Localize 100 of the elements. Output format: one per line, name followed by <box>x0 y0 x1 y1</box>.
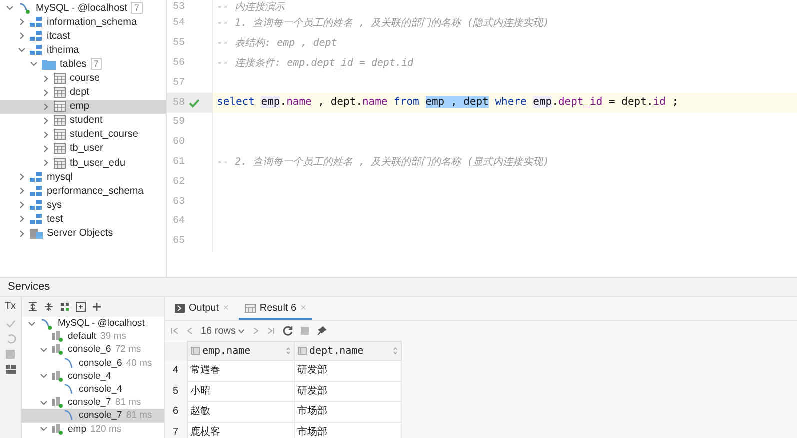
tree-item[interactable]: tb_user_edu <box>70 156 126 171</box>
console-output-icon <box>175 304 185 312</box>
last-page-icon <box>267 327 276 335</box>
line-number: 64 <box>173 215 186 230</box>
count-badge: 7 <box>131 2 142 14</box>
result-tab[interactable]: Result 6 × <box>238 298 312 320</box>
line-number: 57 <box>173 76 186 91</box>
tree-item[interactable]: student_course <box>70 127 138 142</box>
session-icon <box>52 344 64 356</box>
duration-label: 72 ms <box>115 344 142 356</box>
tree-item[interactable]: emp <box>68 424 86 435</box>
sort-icon <box>392 347 398 355</box>
transaction-mode-button[interactable]: Tx <box>4 299 16 314</box>
duration-label: 120 ms <box>90 424 122 435</box>
schema-icon <box>30 172 43 183</box>
row-number: 4 <box>165 360 187 381</box>
code-comment: -- 1. 查询每一个员工的姓名 , 及关联的部门的名称 (隐式内连接实现) <box>216 16 550 32</box>
tree-item[interactable]: emp <box>70 99 90 114</box>
schema-icon <box>30 200 43 211</box>
schema-icon <box>30 44 43 56</box>
table-cell: 市场部 <box>294 402 401 422</box>
duration-label: 40 ms <box>126 358 152 369</box>
column-header[interactable]: dept.name <box>294 342 401 360</box>
tree-item[interactable]: console_4 <box>79 384 122 396</box>
session-icon <box>52 397 64 408</box>
tree-item[interactable]: default <box>68 331 97 342</box>
table-icon <box>54 73 66 84</box>
tree-item[interactable]: student <box>70 113 103 128</box>
tree-item[interactable]: console_7 <box>68 397 112 408</box>
line-number: 61 <box>173 156 186 170</box>
tree-item[interactable]: tables <box>60 56 87 72</box>
schema-icon <box>30 16 43 28</box>
row-number: 5 <box>165 381 187 402</box>
tree-item[interactable]: sys <box>47 198 62 213</box>
rows-dropdown[interactable]: 16 rows <box>201 324 246 338</box>
grid-icon <box>244 304 256 312</box>
tree-item[interactable]: MySQL - @localhost <box>36 0 128 16</box>
new-tab-icon <box>76 302 86 312</box>
session-icon <box>52 331 64 342</box>
first-page-icon <box>171 327 179 335</box>
session-icon <box>52 424 64 435</box>
schema-icon <box>30 186 43 197</box>
tree-item[interactable]: itcast <box>47 28 70 44</box>
tree-item[interactable]: course <box>70 71 100 86</box>
column-icon <box>190 347 200 355</box>
table-icon <box>54 101 66 112</box>
result-tab[interactable]: Output × <box>169 298 235 320</box>
folder-icon <box>42 58 56 70</box>
previous-page-icon <box>187 327 193 335</box>
tree-item[interactable]: console_6 <box>79 358 122 369</box>
duration-label: 39 ms <box>100 331 126 342</box>
add-icon <box>92 302 102 312</box>
code-comment: -- 内连接演示 <box>216 0 286 14</box>
table-cell: 赵敏 <box>187 402 294 422</box>
tree-item[interactable]: information_schema <box>47 14 138 30</box>
column-icon <box>298 347 306 355</box>
line-number: 54 <box>173 17 186 32</box>
duration-label: 81 ms <box>126 410 152 422</box>
next-page-icon <box>253 327 260 335</box>
collapse-all-icon <box>44 302 54 312</box>
stop-icon <box>6 350 15 359</box>
tree-item[interactable]: console_7 <box>79 410 122 422</box>
table-icon <box>54 87 66 98</box>
console-icon <box>64 358 75 369</box>
layout-icon <box>6 365 16 374</box>
tree-item[interactable]: console_6 <box>68 344 112 356</box>
count-badge: 7 <box>90 58 102 70</box>
duration-label: 81 ms <box>115 397 142 408</box>
group-icon <box>60 302 70 312</box>
console-icon <box>64 410 75 422</box>
code-comment: -- 表结构: emp , dept <box>216 36 338 52</box>
stop-icon <box>301 327 310 335</box>
tree-item[interactable]: dept <box>70 85 90 100</box>
table-cell: 小昭 <box>187 381 294 402</box>
line-number: 56 <box>173 56 186 71</box>
tree-item[interactable]: performance_schema <box>47 184 144 199</box>
row-number: 6 <box>165 402 187 422</box>
tree-item[interactable]: tb_user <box>70 141 104 156</box>
code-comment: -- 连接条件: emp.dept_id = dept.id <box>216 56 414 71</box>
caret-icon <box>238 328 246 334</box>
server-folder-icon <box>30 228 43 240</box>
tree-item[interactable]: Server Objects <box>47 226 114 242</box>
table-cell: 研发部 <box>294 381 401 402</box>
rollback-icon <box>6 334 16 344</box>
code-comment: -- 2. 查询每一个员工的姓名 , 及关联的部门的名称 (显式内连接实现) <box>216 156 550 170</box>
tree-item[interactable]: MySQL - @localhost <box>58 318 145 330</box>
session-icon <box>52 370 64 382</box>
tree-item[interactable]: test <box>47 212 64 227</box>
tree-item[interactable]: console_4 <box>68 370 112 382</box>
line-number: 60 <box>173 136 186 150</box>
line-number: 62 <box>173 176 186 190</box>
pin-icon <box>317 326 328 336</box>
commit-icon <box>6 320 16 328</box>
table-cell: 常遇春 <box>187 360 294 381</box>
line-number: 63 <box>173 196 186 210</box>
column-header[interactable]: emp.name <box>187 342 294 360</box>
tree-item[interactable]: itheima <box>47 42 80 58</box>
sort-icon <box>286 347 290 355</box>
tree-item[interactable]: mysql <box>47 170 74 185</box>
database-connection-icon <box>40 318 54 330</box>
